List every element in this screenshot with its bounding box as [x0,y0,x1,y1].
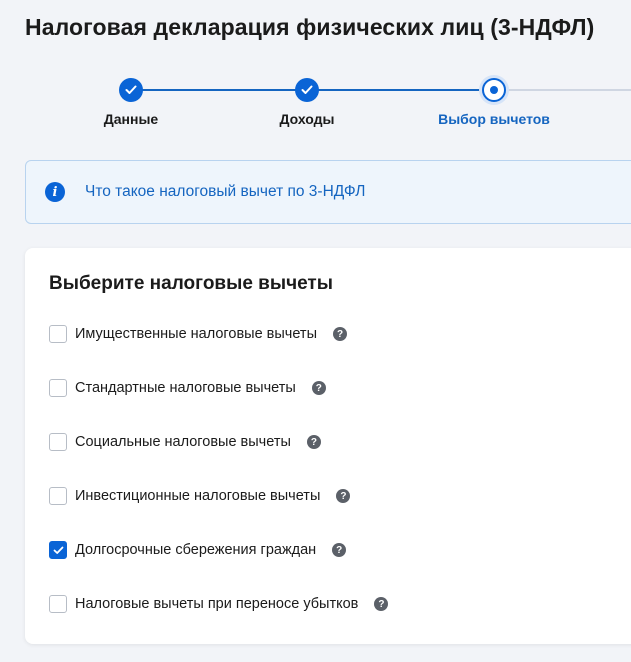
deductions-card: Выберите налоговые вычеты Имущественные … [25,248,631,644]
current-dot-icon [490,86,498,94]
step-3-current-indicator [482,78,506,102]
page-title: Налоговая декларация физических лиц (3-Н… [25,14,595,40]
step-1-label[interactable]: Данные [104,111,158,127]
option-label: Имущественные налоговые вычеты [75,326,317,342]
help-icon[interactable]: ? [332,543,347,557]
option-loss-carryforward-deductions[interactable]: Налоговые вычеты при переносе убытков ? [49,594,389,614]
option-label: Долгосрочные сбережения граждан [75,542,317,558]
info-icon: i [45,182,65,202]
option-standard-deductions[interactable]: Стандартные налоговые вычеты ? [49,378,326,398]
check-icon [53,546,63,554]
option-label: Социальные налоговые вычеты [75,434,291,450]
step-connector-upcoming [506,89,631,91]
option-label: Инвестиционные налоговые вычеты [75,488,321,504]
progress-stepper: Данные Доходы Выбор вычетов [0,78,631,138]
step-connector [131,89,307,91]
help-icon[interactable]: ? [333,327,347,341]
option-investment-deductions[interactable]: Инвестиционные налоговые вычеты ? [49,486,351,506]
help-icon[interactable]: ? [311,381,326,395]
step-1-complete-check-icon[interactable] [119,78,143,102]
step-2-label[interactable]: Доходы [280,111,335,127]
option-property-deductions[interactable]: Имущественные налоговые вычеты ? [49,324,347,344]
option-label: Стандартные налоговые вычеты [75,380,296,396]
checkbox[interactable] [49,487,67,505]
option-long-term-savings[interactable]: Долгосрочные сбережения граждан ? [49,540,347,560]
deduction-info-link[interactable]: Что такое налоговый вычет по 3-НДФЛ [85,183,365,201]
checkbox[interactable] [49,325,67,343]
checkbox[interactable] [49,433,67,451]
deductions-title: Выберите налоговые вычеты [49,273,333,294]
option-label: Налоговые вычеты при переносе убытков [75,596,359,612]
checkbox-checked[interactable] [49,541,67,559]
checkbox[interactable] [49,379,67,397]
step-3-label: Выбор вычетов [438,111,550,127]
info-panel: i Что такое налоговый вычет по 3-НДФЛ [25,160,631,224]
option-social-deductions[interactable]: Социальные налоговые вычеты ? [49,432,321,452]
help-icon[interactable]: ? [336,489,351,503]
step-connector [307,89,494,91]
checkbox[interactable] [49,595,67,613]
help-icon[interactable]: ? [374,597,389,611]
help-icon[interactable]: ? [306,435,321,449]
step-2-complete-check-icon[interactable] [295,78,319,102]
